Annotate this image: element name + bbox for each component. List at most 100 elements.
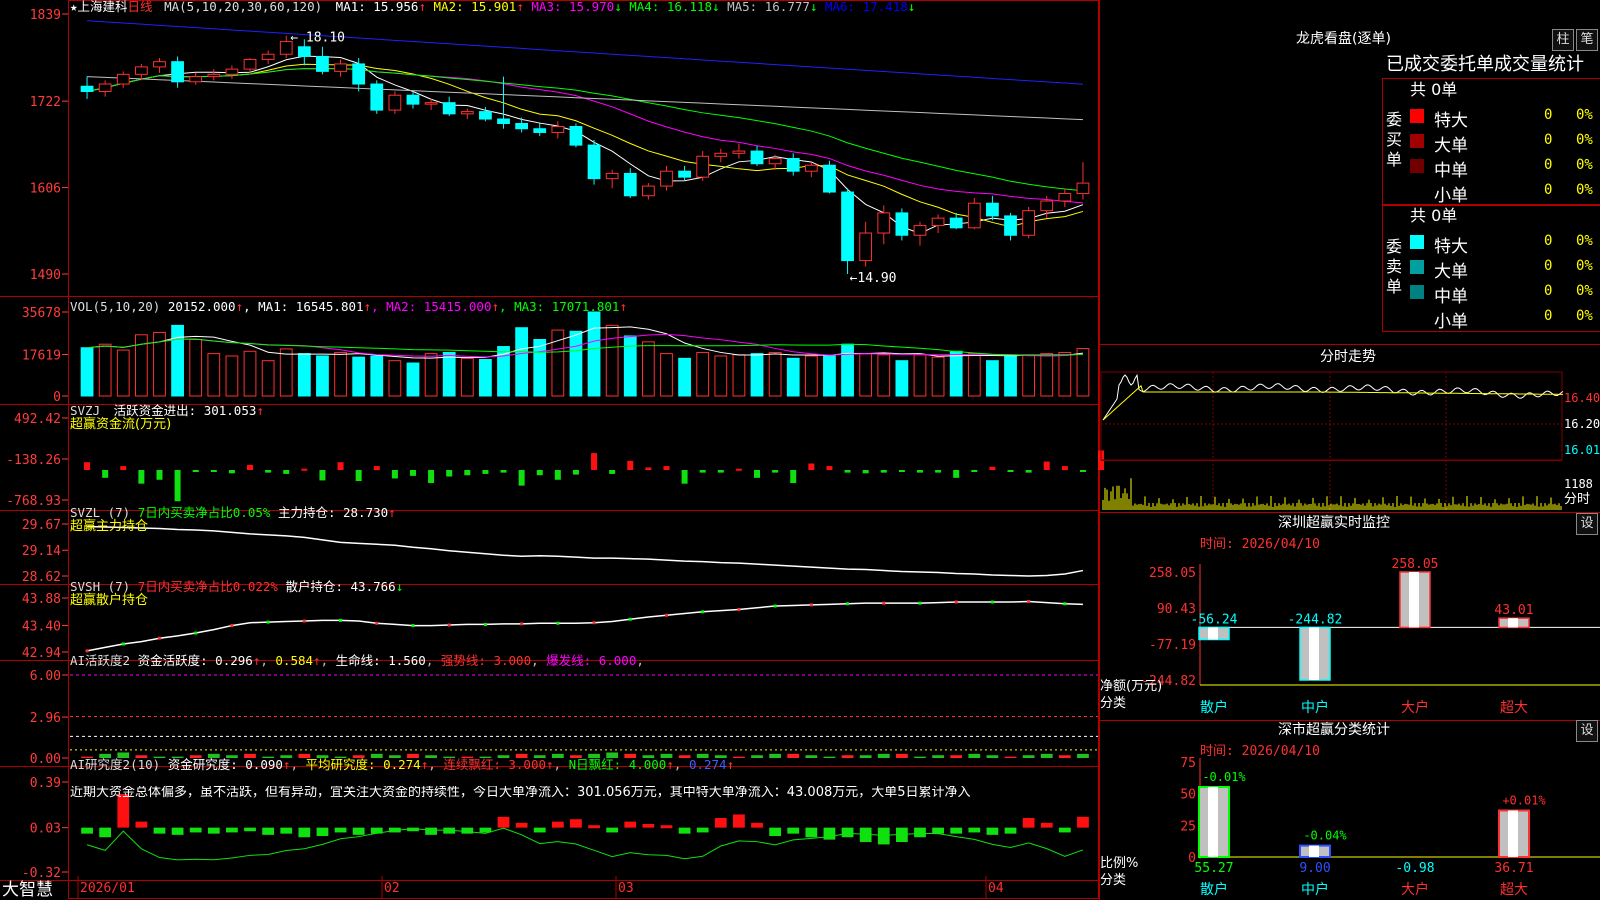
- monitor-value-label: 43.01: [1494, 603, 1533, 618]
- ai2-bar: [497, 816, 510, 828]
- ai2-bar: [226, 827, 238, 833]
- candle-body: [623, 172, 637, 197]
- monitor-settings-button[interactable]: 设: [1576, 513, 1598, 535]
- lhb-row-count: 0: [1544, 132, 1553, 148]
- candle-body: [678, 170, 691, 178]
- vol-legend-dir: ↑: [363, 299, 372, 314]
- ma-legend-value: 17.418: [855, 0, 908, 14]
- volume-bar: [569, 330, 583, 397]
- ma-legend-value: 15.956: [365, 0, 419, 14]
- svsh-dot: [990, 600, 994, 604]
- ai1-bar: [769, 753, 782, 758]
- lhb-row: 中单 0 0%: [1408, 281, 1598, 307]
- svzl-line: [87, 525, 1084, 577]
- ai1-bar: [1022, 755, 1035, 758]
- volume-bar: [116, 349, 130, 397]
- intraday-vol-label: 1188: [1564, 477, 1593, 491]
- tick-mode-button[interactable]: 笔: [1576, 29, 1598, 51]
- lhb-row-label: 中单: [1434, 161, 1468, 181]
- svzj-bar: [482, 470, 489, 474]
- svzj-bar: [862, 470, 869, 474]
- svsh-header: SVSH (7) 7日内买卖净占比0.022% 散户持仓: 43.766↓: [70, 580, 403, 594]
- vol-ytick: 17619: [22, 349, 61, 364]
- xaxis-tick-label: 04: [988, 881, 1004, 896]
- ai2-bar: [298, 827, 311, 838]
- svzl-header: SVZL (7) 7日内买卖净占比0.05% 主力持仓: 28.730↑: [70, 506, 396, 520]
- ai1-bar: [1004, 756, 1017, 758]
- candle-body: [388, 94, 402, 111]
- ai2-bar: [262, 827, 275, 835]
- ai1-bar: [859, 755, 872, 758]
- stats-value-label: 55.27: [1194, 861, 1233, 876]
- lhb-row-count: 0: [1544, 233, 1553, 249]
- svzj-name: SVZJ: [70, 403, 101, 418]
- ma-legend-dir: ↓: [907, 0, 916, 14]
- stats-category: 散户: [1200, 881, 1228, 898]
- candle-body: [189, 76, 203, 83]
- ai2-bar: [461, 827, 474, 834]
- volume-bar: [750, 353, 764, 397]
- svsh-dot: [339, 618, 343, 622]
- ai2-v2: 0.274: [383, 757, 421, 772]
- ma20-line: [86, 67, 1083, 204]
- lhb-row-pct: 0%: [1576, 308, 1593, 324]
- ai2-bar: [81, 827, 93, 834]
- candle-body: [551, 125, 565, 133]
- ai1-bar: [733, 756, 745, 758]
- ai2-bar: [714, 818, 727, 828]
- svzj-bar: [844, 470, 851, 473]
- lhb-row-pct: 0%: [1576, 157, 1593, 173]
- vol-ma20-line: [87, 338, 1083, 356]
- volume-bar: [895, 360, 909, 397]
- lhb-row: 大单 0 0%: [1408, 256, 1598, 282]
- candle-body: [116, 73, 130, 85]
- svzl-label: 7日内买卖净占比0.05%: [137, 505, 271, 520]
- volume-bar: [334, 351, 347, 397]
- volume-bar: [261, 360, 275, 397]
- svzj-bar: [790, 470, 797, 484]
- ai2-bar: [805, 827, 818, 838]
- ai1-bar: [805, 755, 818, 758]
- bar-mode-button[interactable]: 柱: [1552, 29, 1574, 51]
- stats-settings-button[interactable]: 设: [1576, 720, 1598, 742]
- lhb-row: 小单 0 0%: [1408, 306, 1598, 332]
- candle-body: [986, 202, 999, 217]
- xaxis-tick-label: 03: [618, 881, 634, 896]
- lhb-tabs[interactable]: 已成交委托单成交量统计: [1386, 54, 1600, 76]
- candle-body: [587, 144, 601, 180]
- candle-body: [786, 158, 800, 172]
- candle-body: [171, 61, 184, 83]
- ma60-line: [87, 76, 1083, 121]
- ai2-bar: [606, 827, 619, 833]
- ai1-v5: 6.000: [598, 653, 637, 668]
- candle-body: [352, 63, 366, 85]
- stats-value-label: -0.98: [1395, 861, 1434, 876]
- volume-bar: [678, 357, 691, 397]
- svzj-bar: [265, 470, 272, 473]
- stats-bar-highlight: [1208, 786, 1218, 857]
- svsh-dot: [701, 610, 705, 614]
- svzj-bar: [84, 462, 91, 471]
- svsh-dir: ↓: [395, 579, 404, 594]
- ai2-note: 近期大资金总体偏多，虽不活跃，但有异动，宜关注大资金的持续性，今日大单净流入：3…: [70, 786, 971, 800]
- intraday-title: 分时走势: [1320, 349, 1376, 365]
- svzj-bar: [247, 464, 254, 471]
- ma-legend-label: MA3:: [531, 0, 562, 14]
- svzj-bar: [699, 470, 706, 473]
- candle-body: [1022, 210, 1036, 236]
- monitor-bar-highlight: [1409, 572, 1419, 628]
- lhb-row-count: 0: [1544, 258, 1553, 274]
- ai2-bar: [316, 827, 329, 837]
- intraday-unit: 分时: [1564, 492, 1591, 507]
- svzj-bar: [1043, 461, 1050, 471]
- volume-bar: [841, 343, 854, 397]
- candle-body: [913, 225, 927, 236]
- stats-category: 中户: [1301, 881, 1329, 898]
- svzj-bar: [989, 466, 996, 471]
- volume-bar: [352, 356, 366, 397]
- svzj-bar: [210, 470, 217, 473]
- ai2-bar: [1022, 818, 1035, 828]
- vol-legend-value: 16545.801: [288, 299, 364, 314]
- svsh-ytick: 43.40: [22, 620, 61, 635]
- ai1-bar: [968, 753, 981, 758]
